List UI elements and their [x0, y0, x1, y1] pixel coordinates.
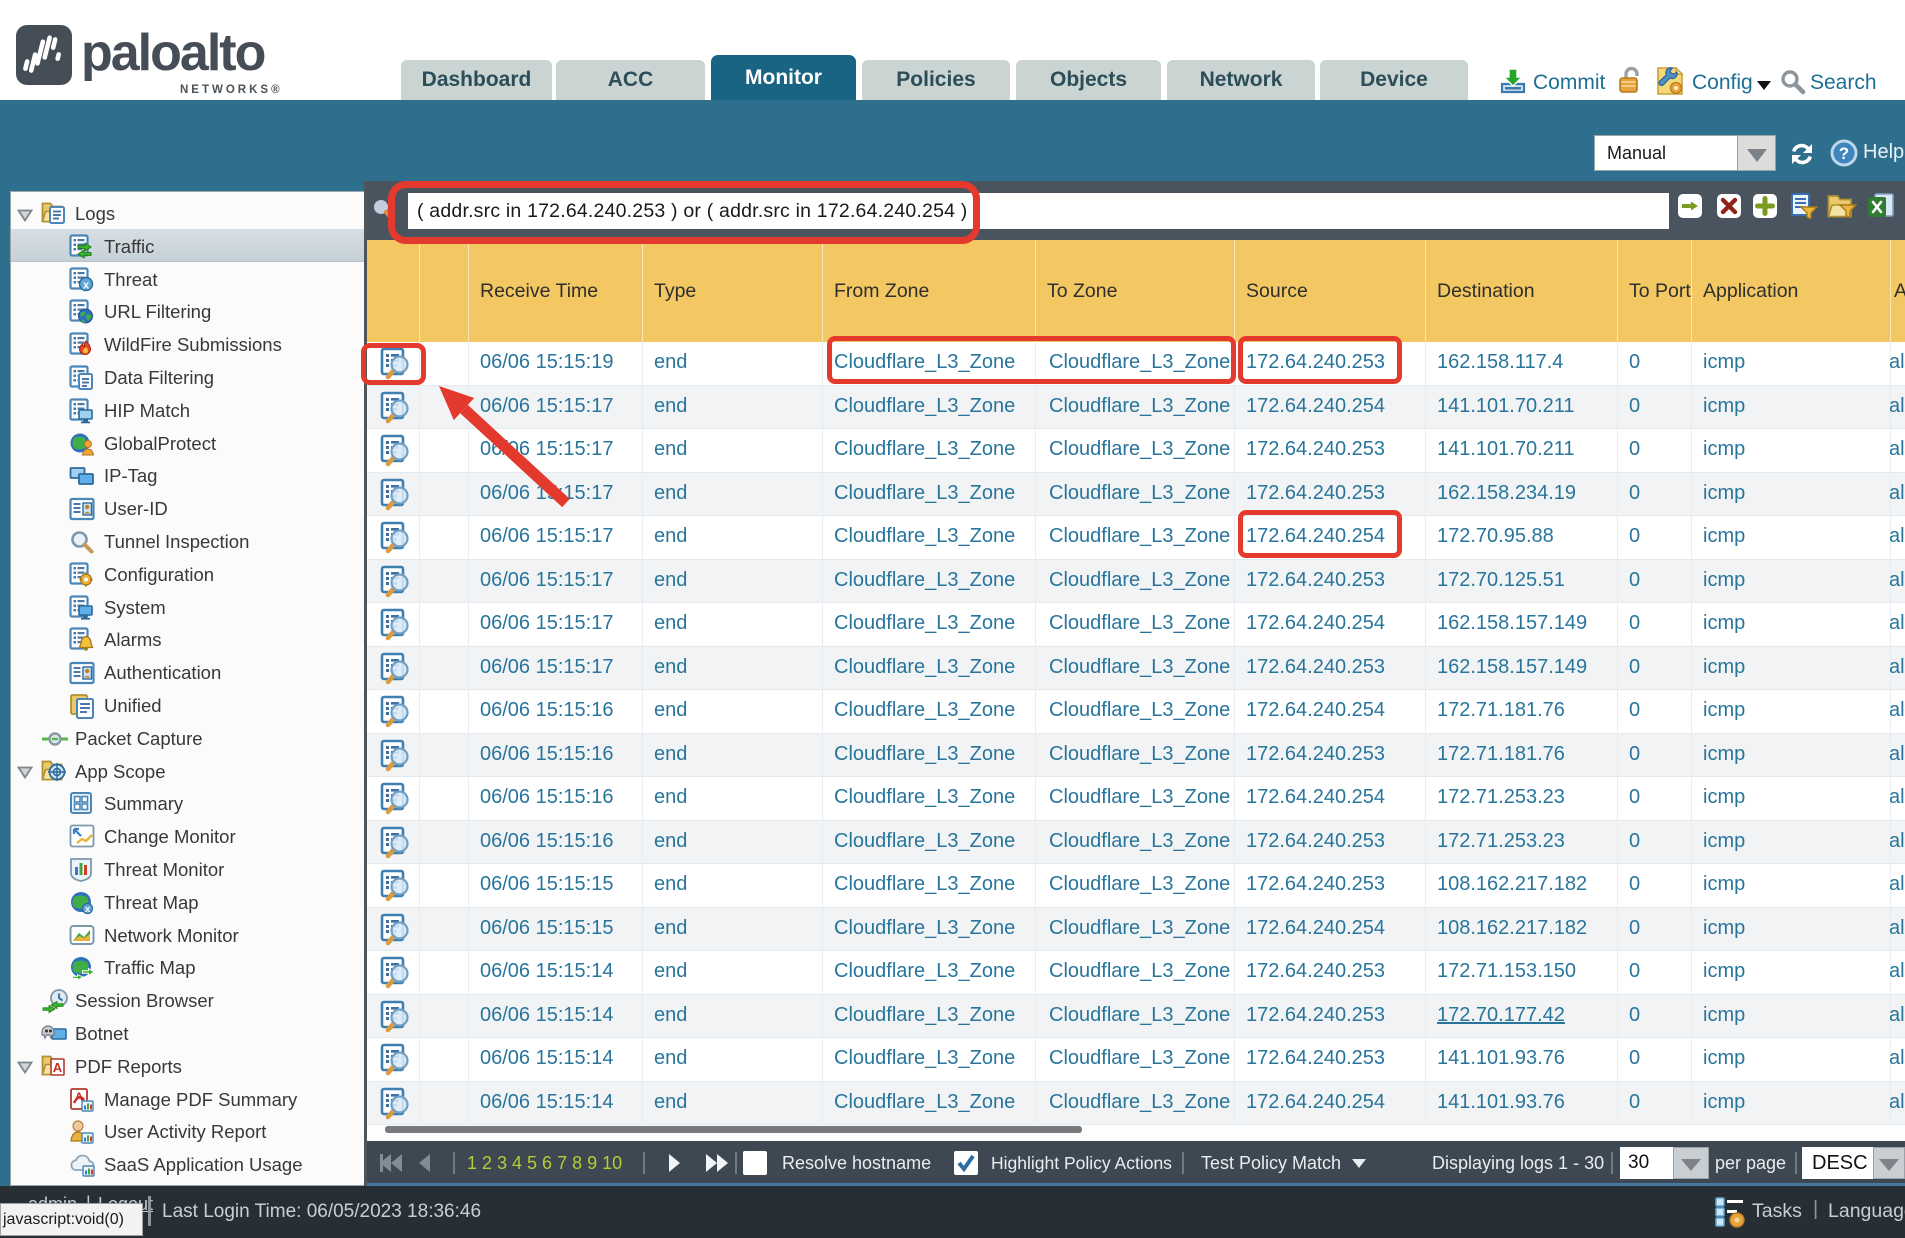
svg-text:x: x — [83, 280, 90, 292]
svg-text:?: ? — [1839, 144, 1849, 163]
svg-text:A: A — [53, 1060, 63, 1075]
svg-text:x: x — [85, 904, 90, 914]
